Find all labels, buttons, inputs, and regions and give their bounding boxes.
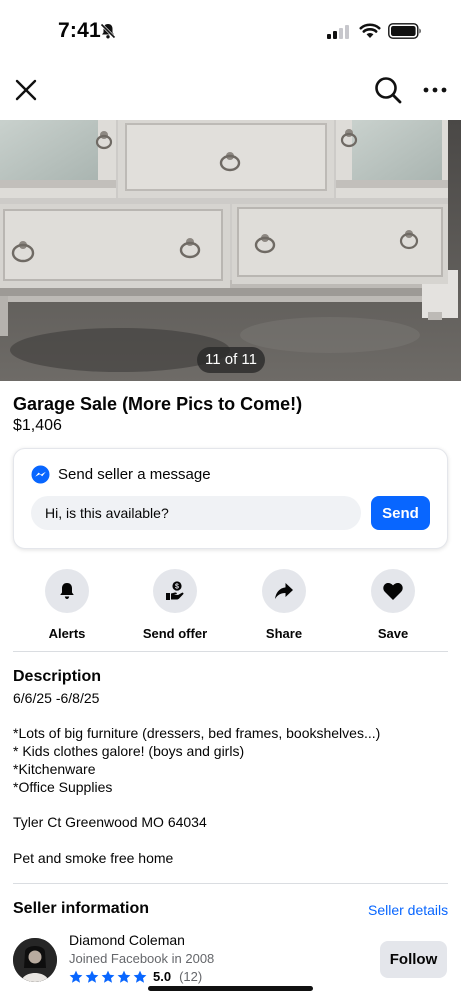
seller-name[interactable]: Diamond Coleman	[69, 932, 185, 948]
status-time: 7:41	[58, 19, 101, 42]
share-action[interactable]: Share	[230, 569, 338, 641]
svg-text:$: $	[175, 584, 179, 591]
save-button[interactable]	[371, 569, 415, 613]
follow-button[interactable]: Follow	[380, 941, 447, 978]
seller-info-heading: Seller information	[13, 900, 150, 917]
description-line: *Office Supplies	[13, 779, 113, 795]
star-icon	[133, 970, 147, 983]
star-icon	[101, 970, 115, 983]
send-offer-action[interactable]: $ Send offer	[121, 569, 229, 641]
description-line: * Kids clothes galore! (boys and girls)	[13, 743, 245, 759]
alerts-action[interactable]: Alerts	[13, 569, 121, 641]
status-bar: 7:41	[0, 0, 461, 62]
send-offer-label: Send offer	[142, 626, 208, 641]
description-line: Tyler Ct Greenwood MO 64034	[13, 814, 207, 830]
star-icon	[85, 970, 99, 983]
bell-icon	[60, 583, 74, 599]
description-line: *Kitchenware	[13, 761, 96, 777]
avatar[interactable]	[13, 938, 57, 982]
share-arrow-icon	[275, 583, 293, 599]
save-label: Save	[377, 626, 409, 641]
message-heading: Send seller a message	[58, 466, 211, 483]
message-input[interactable]	[31, 496, 361, 530]
alerts-label: Alerts	[48, 626, 86, 641]
description-line: Pet and smoke free home	[13, 850, 174, 866]
share-button[interactable]	[262, 569, 306, 613]
rating-score: 5.0	[153, 969, 172, 984]
divider	[13, 883, 448, 884]
messenger-icon	[31, 465, 50, 489]
star-icon	[117, 970, 131, 983]
star-icon	[69, 970, 83, 983]
more-options-icon[interactable]	[421, 74, 449, 106]
search-icon[interactable]	[372, 74, 404, 106]
send-offer-button[interactable]: $	[153, 569, 197, 613]
description-line: 6/6/25 -6/8/25	[13, 690, 100, 706]
home-indicator	[148, 986, 313, 991]
signal-icon	[327, 25, 349, 44]
listing-price: $1,406	[13, 417, 62, 434]
listing-photo[interactable]	[0, 120, 461, 381]
star-rating	[69, 970, 147, 984]
save-action[interactable]: Save	[339, 569, 447, 641]
message-seller-card: Send seller a message Send	[13, 448, 448, 549]
share-label: Share	[265, 626, 303, 641]
hand-offer-icon: $	[166, 581, 184, 600]
description-heading: Description	[13, 668, 102, 685]
seller-rating: 5.0 (12)	[69, 969, 202, 984]
battery-icon	[388, 23, 422, 44]
wifi-icon	[359, 22, 381, 45]
photo-counter: 11 of 11	[197, 347, 265, 373]
bell-off-icon	[99, 22, 117, 45]
top-nav	[0, 70, 461, 114]
description-line: *Lots of big furniture (dressers, bed fr…	[13, 725, 381, 741]
seller-details-link[interactable]: Seller details	[368, 902, 448, 918]
seller-joined: Joined Facebook in 2008	[69, 951, 215, 966]
rating-count: (12)	[179, 969, 203, 984]
heart-icon	[383, 582, 403, 600]
divider	[13, 651, 448, 652]
listing-title: Garage Sale (More Pics to Come!)	[13, 394, 303, 414]
alerts-button[interactable]	[45, 569, 89, 613]
close-icon[interactable]	[12, 76, 40, 104]
send-button[interactable]: Send	[371, 496, 430, 530]
